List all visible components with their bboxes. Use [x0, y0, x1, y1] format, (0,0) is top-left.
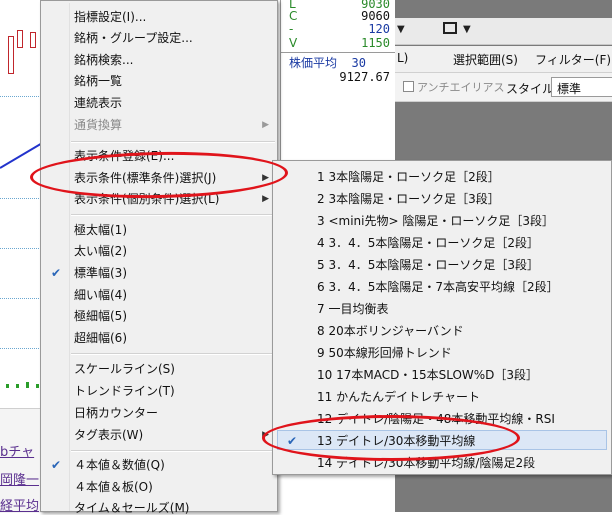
standard-conditions-submenu: 1 3本陰陽足・ローソク足［2段］ 2 3本陰陽足・ローソク足［3段］ 3 <m…: [272, 160, 612, 475]
grid-line: [0, 348, 45, 349]
menu-item-scale-line[interactable]: スケールライン(S): [74, 362, 175, 376]
quote-value: 1150: [361, 36, 390, 50]
menu-item-width-thin[interactable]: 細い幅(4): [74, 288, 127, 302]
style-select-value: 標準: [557, 82, 582, 96]
menu-filter-short[interactable]: L): [397, 51, 408, 65]
check-icon: ✔: [51, 266, 62, 280]
submenu-item[interactable]: 4 3．4．5本陰陽足・ローソク足［2段］: [317, 236, 539, 250]
submenu-item[interactable]: 1 3本陰陽足・ローソク足［2段］: [317, 170, 500, 184]
submenu-arrow-icon: ▶: [262, 120, 269, 130]
menu-separator: [71, 141, 275, 143]
submenu-item[interactable]: 3 <mini先物> 陰陽足・ローソク足［3段］: [317, 214, 554, 228]
chart-link[interactable]: bチャ: [0, 441, 34, 460]
grid-line: [0, 248, 45, 249]
menu-item-width-standard[interactable]: 標準幅(3): [74, 266, 127, 280]
volume-dots: [26, 382, 29, 388]
menu-item-time-and-sales[interactable]: タイム＆セールズ(M): [74, 501, 189, 515]
submenu-arrow-icon: ▶: [262, 430, 269, 440]
volume-dots: [36, 384, 39, 388]
context-menu: 指標設定(I)... 銘柄・グループ設定... 銘柄検索... 銘柄一覧 連続表…: [40, 0, 278, 515]
submenu-item-selected[interactable]: 13 デイトレ/30本移動平均線: [317, 434, 475, 448]
menu-item-four-values-numbers[interactable]: ４本値＆数値(Q): [74, 458, 165, 472]
ma-period: 30: [351, 56, 366, 70]
menu-item-width-thick[interactable]: 太い幅(2): [74, 244, 127, 258]
grid-line: [0, 96, 45, 97]
menu-item-four-values-board[interactable]: ４本値＆板(O): [74, 480, 153, 494]
submenu-item[interactable]: 12 デイトレ/陰陽足・48本移動平均線・RSI: [317, 412, 555, 426]
chart-link[interactable]: 経平均: [0, 495, 39, 514]
grid-line: [0, 298, 45, 299]
menu-item-symbol-list[interactable]: 銘柄一覧: [74, 74, 122, 88]
quote-label: C: [289, 9, 298, 23]
submenu-item[interactable]: 7 一目均衡表: [317, 302, 388, 316]
menu-item-continuous-display[interactable]: 連続表示: [74, 96, 122, 110]
candle: [30, 32, 36, 48]
toolbar: ▼ ▼: [395, 18, 612, 45]
submenu-item[interactable]: 10 17本MACD・15本SLOW%D［3段］: [317, 368, 538, 382]
menu-bar: L) 選択範囲(S) フィルター(F): [395, 46, 612, 73]
submenu-item[interactable]: 2 3本陰陽足・ローソク足［3段］: [317, 192, 500, 206]
submenu-item[interactable]: 6 3．4．5本陰陽足・7本高安平均線［2段］: [317, 280, 559, 294]
quote-label: -: [289, 22, 294, 36]
quote-label: V: [289, 36, 298, 50]
menu-item-standard-conditions[interactable]: 表示条件(標準条件)選択(J): [74, 171, 216, 185]
candle: [17, 30, 23, 48]
menu-separator: [71, 353, 275, 355]
submenu-item[interactable]: 9 50本線形回帰トレンド: [317, 346, 452, 360]
window-size-icon[interactable]: [443, 22, 457, 34]
menu-item-tag-display[interactable]: タグ表示(W): [74, 428, 143, 442]
menu-item-width-ultra-thin[interactable]: 超細幅(6): [74, 331, 127, 345]
chart-link[interactable]: 岡隆一: [0, 469, 39, 488]
menu-item-symbol-search[interactable]: 銘柄検索...: [74, 53, 133, 67]
check-icon: ✔: [287, 434, 298, 448]
dropdown-icon[interactable]: ▼: [397, 24, 405, 35]
menu-item-date-counter[interactable]: 日柄カウンター: [74, 406, 158, 420]
check-icon: ✔: [51, 458, 62, 472]
antialias-checkbox[interactable]: [403, 81, 414, 92]
candle: [8, 36, 14, 74]
menu-item-width-extra-thin[interactable]: 極細幅(5): [74, 309, 127, 323]
submenu-item[interactable]: 14 デイトレ/30本移動平均線/陰陽足2段: [317, 456, 535, 470]
menu-item-currency-conversion: 通貨換算: [74, 118, 123, 132]
grid-line: [0, 198, 45, 199]
trend-line: [0, 141, 45, 169]
menu-item-individual-conditions[interactable]: 表示条件(個別条件)選択(L): [74, 192, 219, 206]
volume-dots: [6, 384, 9, 388]
menu-item-width-extra-thick[interactable]: 極太幅(1): [74, 223, 127, 237]
submenu-item[interactable]: 11 かんたんデイトレチャート: [317, 390, 480, 404]
antialias-label: アンチエイリアス: [417, 81, 505, 94]
menu-select-range[interactable]: 選択範囲(S): [453, 51, 518, 68]
menu-item-indicator-settings[interactable]: 指標設定(I)...: [74, 10, 146, 24]
menu-item-trend-line[interactable]: トレンドライン(T): [74, 384, 175, 398]
menu-item-symbol-group-settings[interactable]: 銘柄・グループ設定...: [74, 31, 193, 45]
volume-dots: [16, 384, 19, 388]
style-toolbar: アンチエイリアス スタイル: 標準: [395, 73, 612, 102]
quote-value: 120: [368, 22, 390, 36]
chevron-down-icon[interactable]: ▼: [463, 24, 471, 35]
menu-separator: [71, 450, 275, 452]
submenu-item[interactable]: 8 20本ボリンジャーバンド: [317, 324, 464, 338]
menu-separator: [71, 214, 275, 216]
submenu-arrow-icon: ▶: [262, 194, 269, 204]
submenu-item[interactable]: 5 3．4．5本陰陽足・ローソク足［3段］: [317, 258, 539, 272]
menu-filter[interactable]: フィルター(F): [535, 51, 611, 68]
menu-item-register-conditions[interactable]: 表示条件登録(E)...: [74, 149, 174, 163]
submenu-arrow-icon: ▶: [262, 173, 269, 183]
ma-value: 9127.67: [339, 70, 390, 84]
quote-value: 9060: [361, 9, 390, 23]
ma-label: 株価平均: [289, 56, 338, 70]
